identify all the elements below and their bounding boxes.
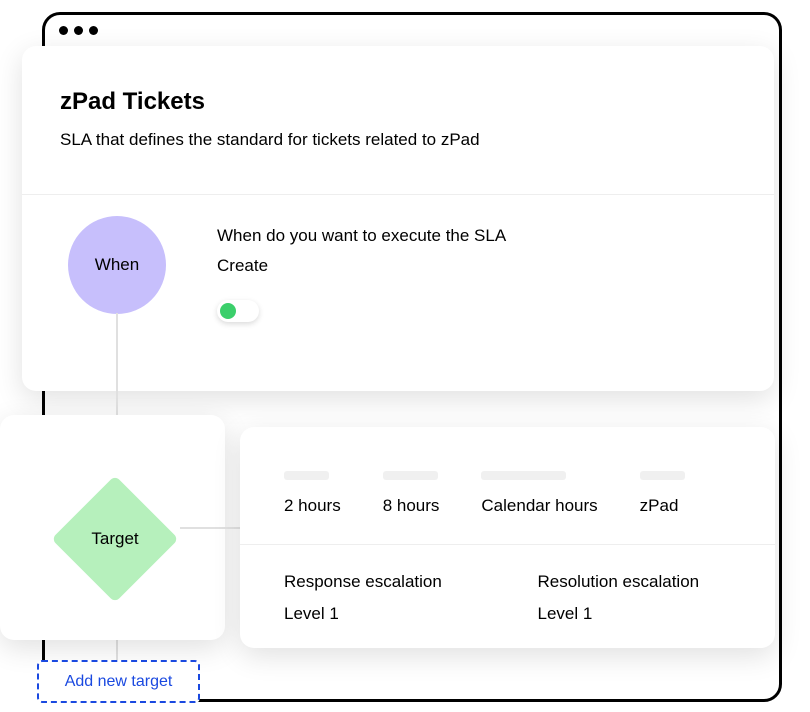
response-time-value: 2 hours	[284, 496, 341, 516]
resolution-escalation-title: Resolution escalation	[538, 572, 732, 592]
window-controls	[45, 15, 779, 46]
add-new-target-button[interactable]: Add new target	[37, 660, 200, 703]
field-label-placeholder	[284, 471, 329, 480]
product-value: zPad	[640, 496, 685, 516]
target-node[interactable]: Target	[52, 476, 178, 602]
when-node-label: When	[95, 255, 139, 275]
window-dot-icon	[74, 26, 83, 35]
page-subtitle: SLA that defines the standard for ticket…	[60, 130, 736, 150]
resolution-escalation-level: Level 1	[538, 604, 732, 624]
field-label-placeholder	[383, 471, 438, 480]
sla-execute-question: When do you want to execute the SLA	[217, 226, 506, 246]
when-node[interactable]: When	[68, 216, 166, 314]
connector-line	[180, 527, 242, 529]
divider	[22, 194, 774, 195]
toggle-knob-icon	[220, 303, 236, 319]
hours-type-value: Calendar hours	[481, 496, 597, 516]
sla-execute-value: Create	[217, 256, 268, 276]
resolution-escalation: Resolution escalation Level 1	[538, 572, 732, 624]
resolution-time-value: 8 hours	[383, 496, 440, 516]
response-time-cell: 2 hours	[284, 471, 341, 516]
response-escalation-title: Response escalation	[284, 572, 478, 592]
targets-values-row: 2 hours 8 hours Calendar hours zPad	[284, 471, 731, 544]
escalation-row: Response escalation Level 1 Resolution e…	[284, 544, 731, 624]
field-label-placeholder	[640, 471, 685, 480]
response-escalation-level: Level 1	[284, 604, 478, 624]
sla-header-card: zPad Tickets SLA that defines the standa…	[22, 46, 774, 391]
page-title: zPad Tickets	[60, 88, 736, 116]
window-dot-icon	[89, 26, 98, 35]
hours-type-cell: Calendar hours	[481, 471, 597, 516]
resolution-time-cell: 8 hours	[383, 471, 440, 516]
product-cell: zPad	[640, 471, 685, 516]
target-node-label: Target	[91, 529, 138, 549]
field-label-placeholder	[481, 471, 566, 480]
response-escalation: Response escalation Level 1	[284, 572, 478, 624]
add-new-target-label: Add new target	[65, 673, 173, 691]
window-dot-icon	[59, 26, 68, 35]
targets-detail-card: 2 hours 8 hours Calendar hours zPad Resp…	[240, 427, 775, 648]
sla-active-toggle[interactable]	[217, 300, 259, 322]
divider	[240, 544, 775, 545]
